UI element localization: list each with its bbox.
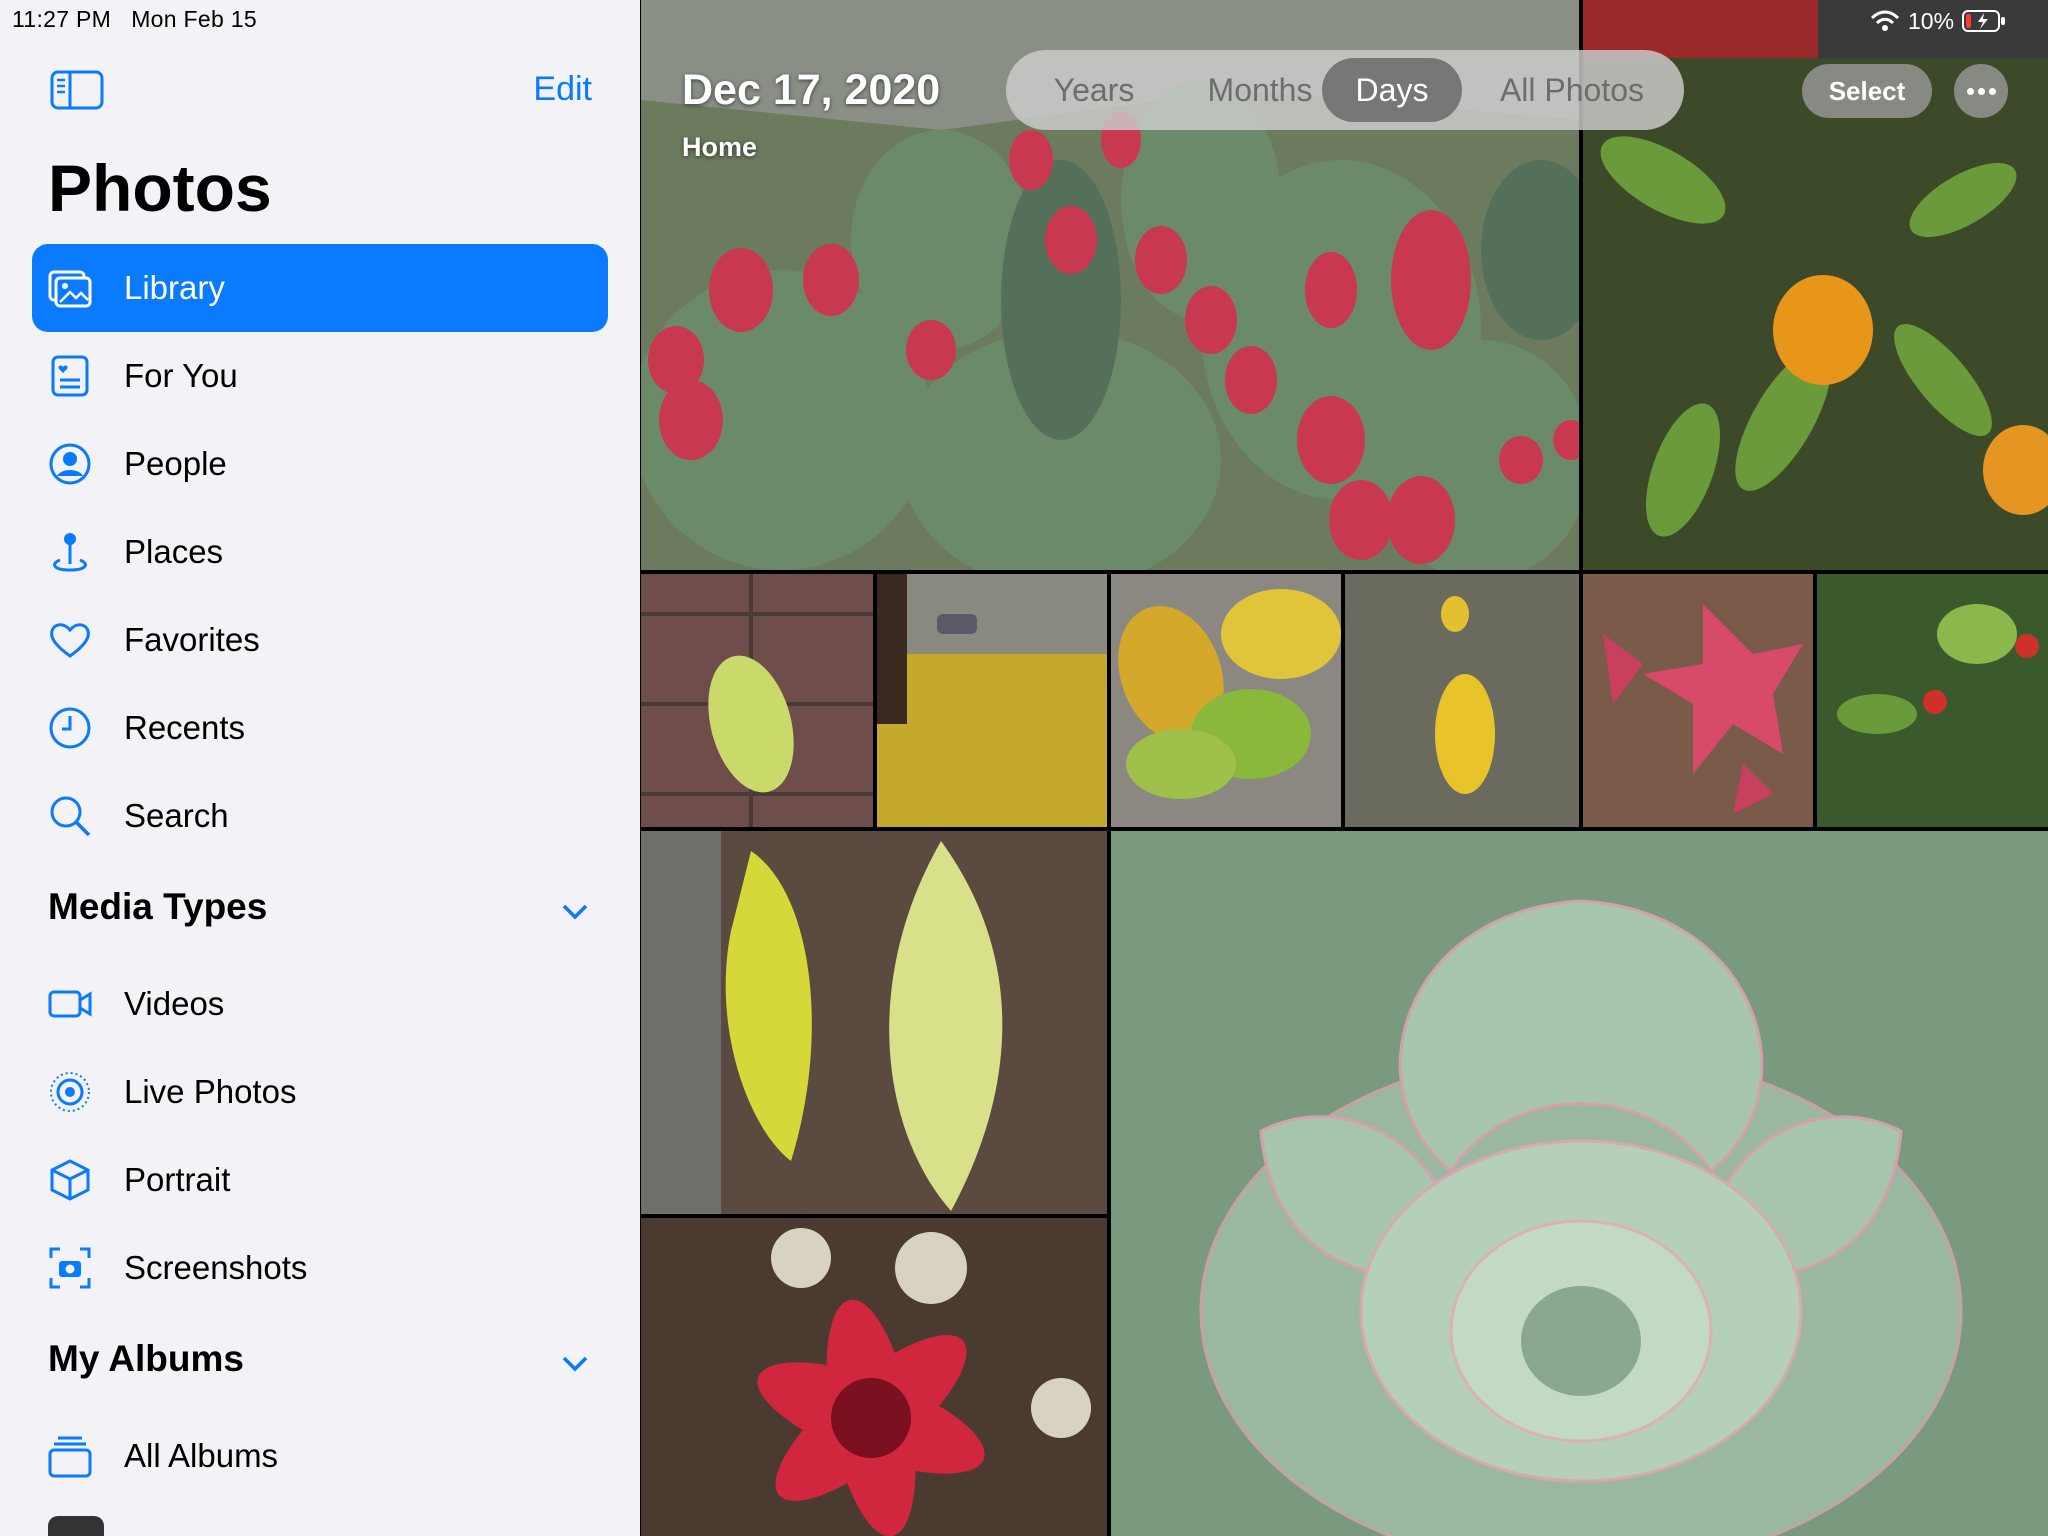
sidebar-item-search[interactable]: Search <box>32 772 608 860</box>
chevron-down-icon[interactable] <box>560 902 590 922</box>
segment-months[interactable]: Months <box>1174 58 1346 122</box>
cube-icon <box>50 1159 90 1201</box>
edit-button[interactable]: Edit <box>533 70 592 109</box>
photo-tile[interactable] <box>1111 574 1341 827</box>
status-bar-right: 10% <box>1870 6 2006 36</box>
album-thumbnail[interactable] <box>48 1516 104 1536</box>
photo-tile[interactable] <box>1111 831 2048 1536</box>
photo-tile[interactable] <box>641 831 1107 1214</box>
photo-tile[interactable] <box>1345 574 1579 827</box>
sidebar-item-label: Library <box>124 269 225 306</box>
live-photo-icon <box>50 1072 90 1112</box>
segment-all-photos[interactable]: All Photos <box>1472 58 1672 122</box>
sidebar-item-label: All Albums <box>124 1437 279 1474</box>
person-circle-icon <box>49 443 91 485</box>
sidebar-item-live-photos[interactable]: Live Photos <box>32 1048 608 1136</box>
sidebar-item-recents[interactable]: Recents <box>32 684 608 772</box>
sidebar-item-label: People <box>124 445 227 482</box>
status-date: Mon Feb 15 <box>131 6 257 32</box>
sidebar-item-label: Favorites <box>124 621 260 658</box>
segment-days[interactable]: Days <box>1322 58 1462 122</box>
photo-tile[interactable] <box>641 1218 1107 1536</box>
sidebar-item-for-you[interactable]: For You <box>32 332 608 420</box>
my-albums-list: All Albums <box>32 1412 608 1500</box>
sidebar-item-label: Screenshots <box>124 1249 308 1286</box>
sidebar-item-label: Search <box>124 797 229 834</box>
segment-years[interactable]: Years <box>1024 58 1164 122</box>
more-options-button[interactable] <box>1954 64 2008 118</box>
view-segmented-control: Years Months Days All Photos <box>1006 50 1684 130</box>
ellipsis-dot <box>1967 88 1974 95</box>
sidebar-toggle-icon[interactable] <box>50 70 104 110</box>
for-you-icon <box>51 355 89 397</box>
sidebar-item-label: Live Photos <box>124 1073 297 1110</box>
sidebar-item-portrait[interactable]: Portrait <box>32 1136 608 1224</box>
sidebar-item-label: Portrait <box>124 1161 231 1198</box>
sidebar-item-library[interactable]: Library <box>32 244 608 332</box>
select-button[interactable]: Select <box>1802 64 1932 118</box>
day-location-label[interactable]: Home <box>682 132 757 163</box>
media-types-heading: Media Types <box>48 886 268 927</box>
map-pin-icon <box>53 533 87 572</box>
screenshot-icon <box>49 1247 91 1289</box>
media-types-list: Videos Live Photos Portrait Screenshots <box>32 960 608 1312</box>
sidebar-item-all-albums[interactable]: All Albums <box>32 1412 608 1500</box>
heart-icon <box>50 623 90 658</box>
sidebar-item-people[interactable]: People <box>32 420 608 508</box>
day-date-title: Dec 17, 2020 <box>682 66 941 114</box>
sidebar-item-favorites[interactable]: Favorites <box>32 596 608 684</box>
battery-charging-icon <box>1962 10 2006 32</box>
battery-percent: 10% <box>1908 7 1955 34</box>
sidebar-item-label: For You <box>124 357 238 394</box>
sidebar: 11:27 PM Mon Feb 15 Edit Photos Library <box>0 0 640 1536</box>
my-albums-heading: My Albums <box>48 1338 244 1379</box>
chevron-down-icon[interactable] <box>560 1354 590 1374</box>
video-icon <box>48 990 92 1018</box>
albums-stack-icon <box>48 1436 92 1478</box>
photo-tile[interactable] <box>1583 574 1813 827</box>
sidebar-title: Photos <box>48 151 272 225</box>
ellipsis-dot <box>1989 88 1996 95</box>
wifi-icon <box>1870 10 1900 31</box>
sidebar-item-screenshots[interactable]: Screenshots <box>32 1224 608 1312</box>
sidebar-item-label: Places <box>124 533 224 570</box>
clock-icon <box>49 707 91 749</box>
sidebar-item-places[interactable]: Places <box>32 508 608 596</box>
sidebar-item-label: Recents <box>124 709 246 746</box>
sidebar-item-videos[interactable]: Videos <box>32 960 608 1048</box>
library-nav-list: Library For You People Places Favorites … <box>32 244 608 860</box>
photo-tile[interactable] <box>877 574 1107 827</box>
photo-tile[interactable] <box>1817 574 2048 827</box>
search-icon <box>50 796 91 837</box>
ellipsis-dot <box>1978 88 1985 95</box>
status-clock: 11:27 PM <box>12 6 112 32</box>
photo-library-icon <box>48 270 92 308</box>
sidebar-item-label: Videos <box>124 985 225 1022</box>
photo-tile[interactable] <box>641 574 873 827</box>
status-time: 11:27 PM Mon Feb 15 <box>12 6 257 33</box>
